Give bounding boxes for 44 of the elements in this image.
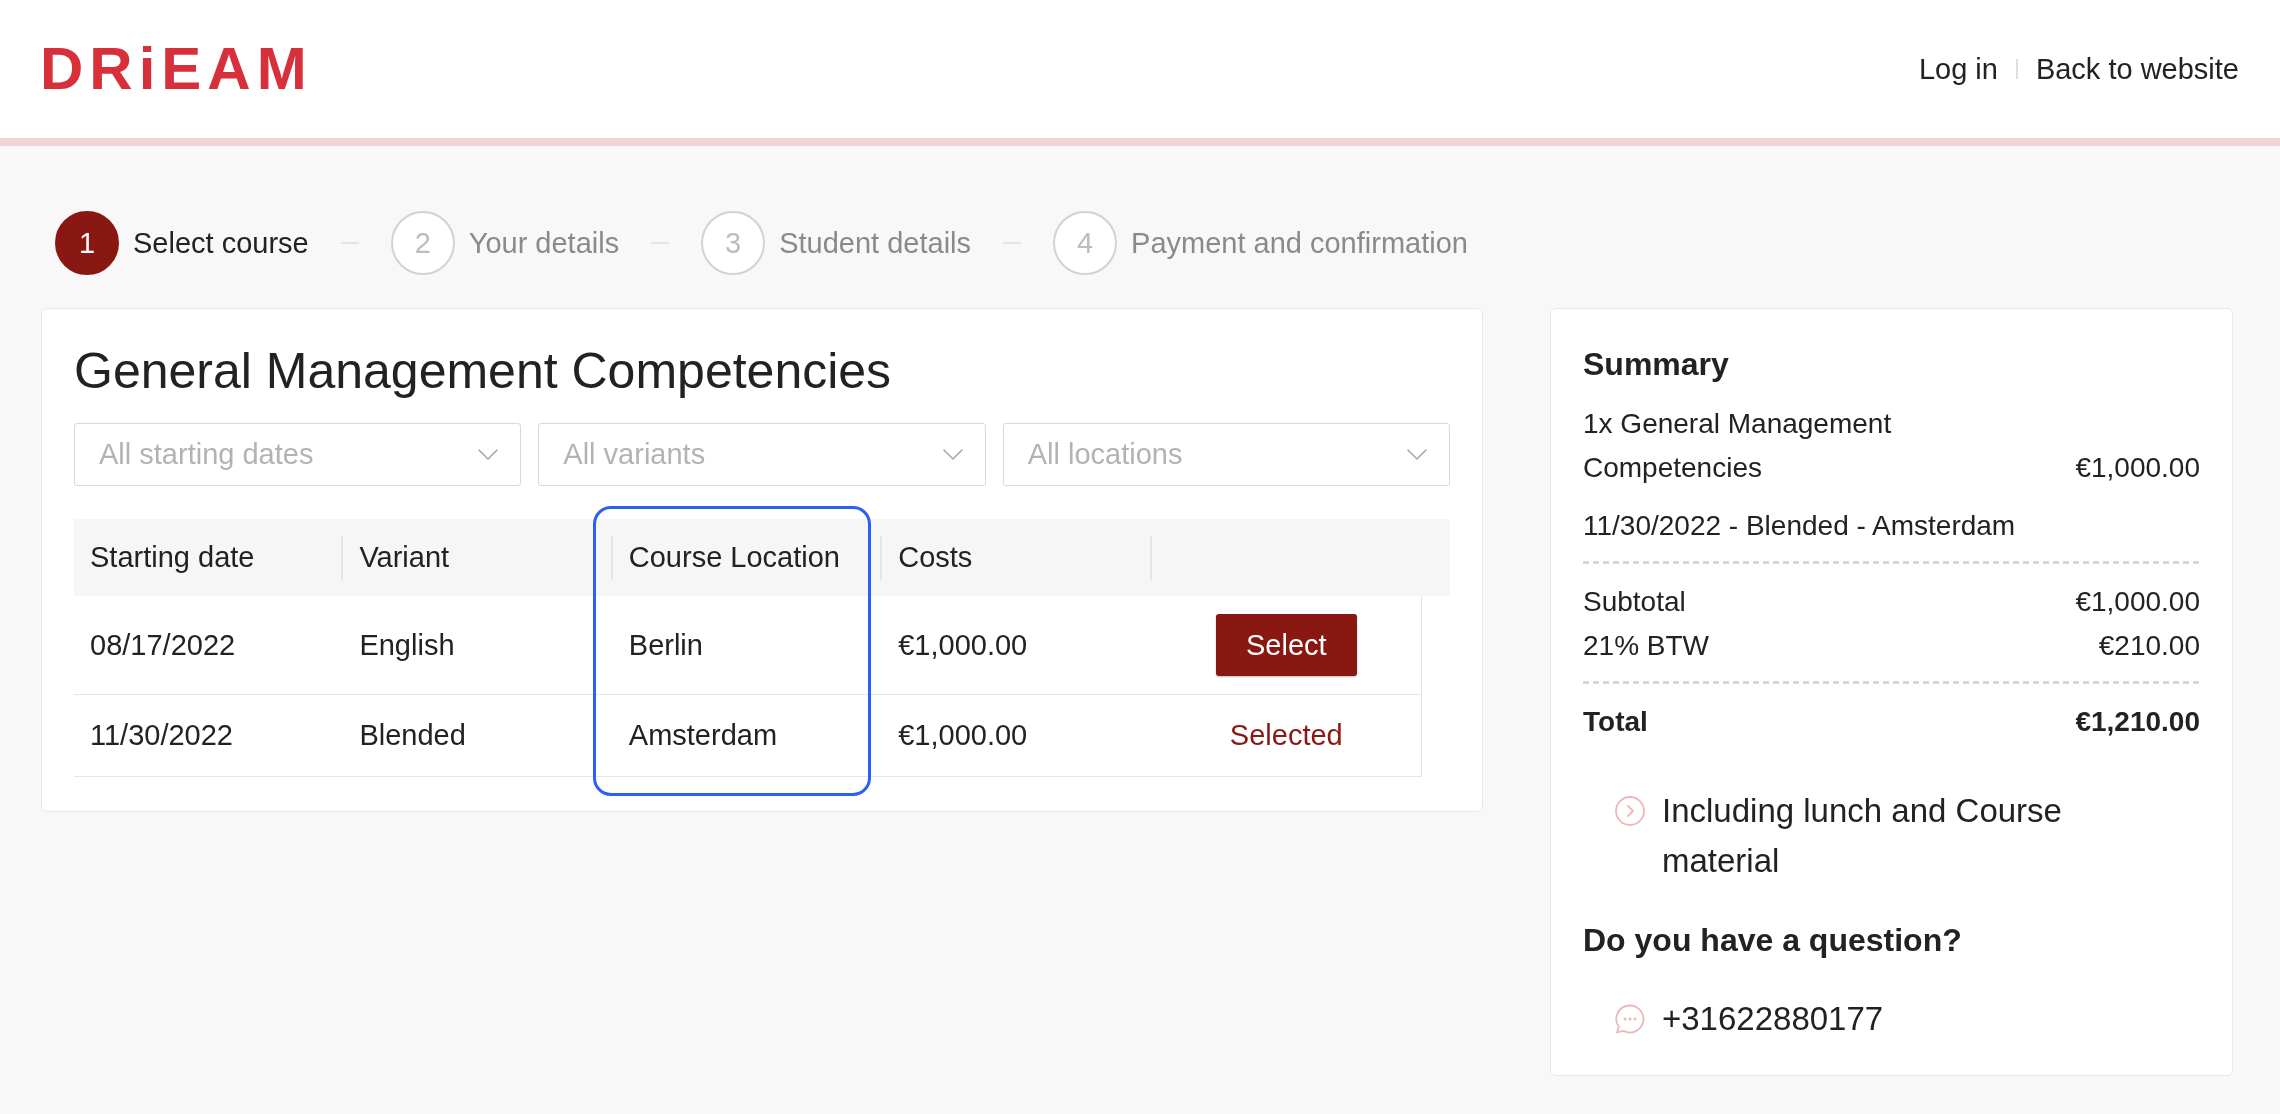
table-cell-text: 11/30/2022 [89, 718, 234, 753]
chevron-down-icon [942, 449, 963, 460]
column-header: Costs [882, 535, 1152, 580]
table-cell-text: Blended [358, 718, 467, 753]
selected-label: Selected [1229, 718, 1343, 753]
total-label: Total [1583, 705, 1648, 739]
step-number: 4 [1053, 211, 1118, 275]
table-cell-text: Amsterdam [627, 718, 779, 753]
step-number: 3 [701, 211, 766, 275]
step-number: 1 [55, 211, 119, 275]
course-title: General Management Competencies [74, 342, 893, 401]
column-header: Starting date [74, 535, 344, 580]
chevron-down-icon [478, 449, 499, 460]
select-button[interactable]: Select [1215, 614, 1357, 676]
table-cell-text: €1,000.00 [897, 627, 1029, 663]
step-label: Payment and confirmation [1131, 226, 1468, 260]
summary-amount: €210.00 [2098, 629, 2200, 663]
table-cell-text: 08/17/2022 [89, 627, 237, 663]
step-label: Your details [468, 226, 620, 260]
question-title: Do you have a question? [1583, 921, 1963, 960]
chevron-down-icon [1407, 449, 1427, 460]
step-number: 2 [390, 211, 455, 275]
nav-link[interactable]: Back to website [2035, 49, 2239, 89]
item-details: 11/30/2022 - Blended - Amsterdam [1583, 509, 2017, 543]
feature-text: Including lunch and Course material [1662, 791, 2063, 881]
step-label: Select course [133, 226, 309, 260]
summary-amount: €1,000.00 [2075, 585, 2200, 619]
column-header: Course Location [612, 535, 883, 580]
chat-bubble-icon [1615, 1004, 1645, 1034]
item-name: 1x General Management Competencies [1583, 407, 1893, 485]
table-cell-text: Berlin [627, 627, 704, 663]
table-cell-text: €1,000.00 [897, 718, 1029, 753]
chevron-circle-icon [1615, 796, 1645, 826]
step-label: Student details [779, 226, 972, 260]
table-cell-text: English [358, 627, 456, 663]
summary-title: Summary [1583, 345, 1730, 384]
nav-link[interactable]: Log in [1918, 49, 1998, 89]
summary-label: Subtotal [1583, 585, 1686, 619]
column-header: Variant [343, 535, 613, 580]
item-price: €1,000.00 [2075, 451, 2200, 485]
total-amount: €1,210.00 [2075, 705, 2200, 739]
summary-label: 21% BTW [1583, 629, 1710, 663]
brand-logo[interactable]: DRiEAM [40, 39, 313, 99]
phone-number: +31622880177 [1662, 999, 1884, 1039]
